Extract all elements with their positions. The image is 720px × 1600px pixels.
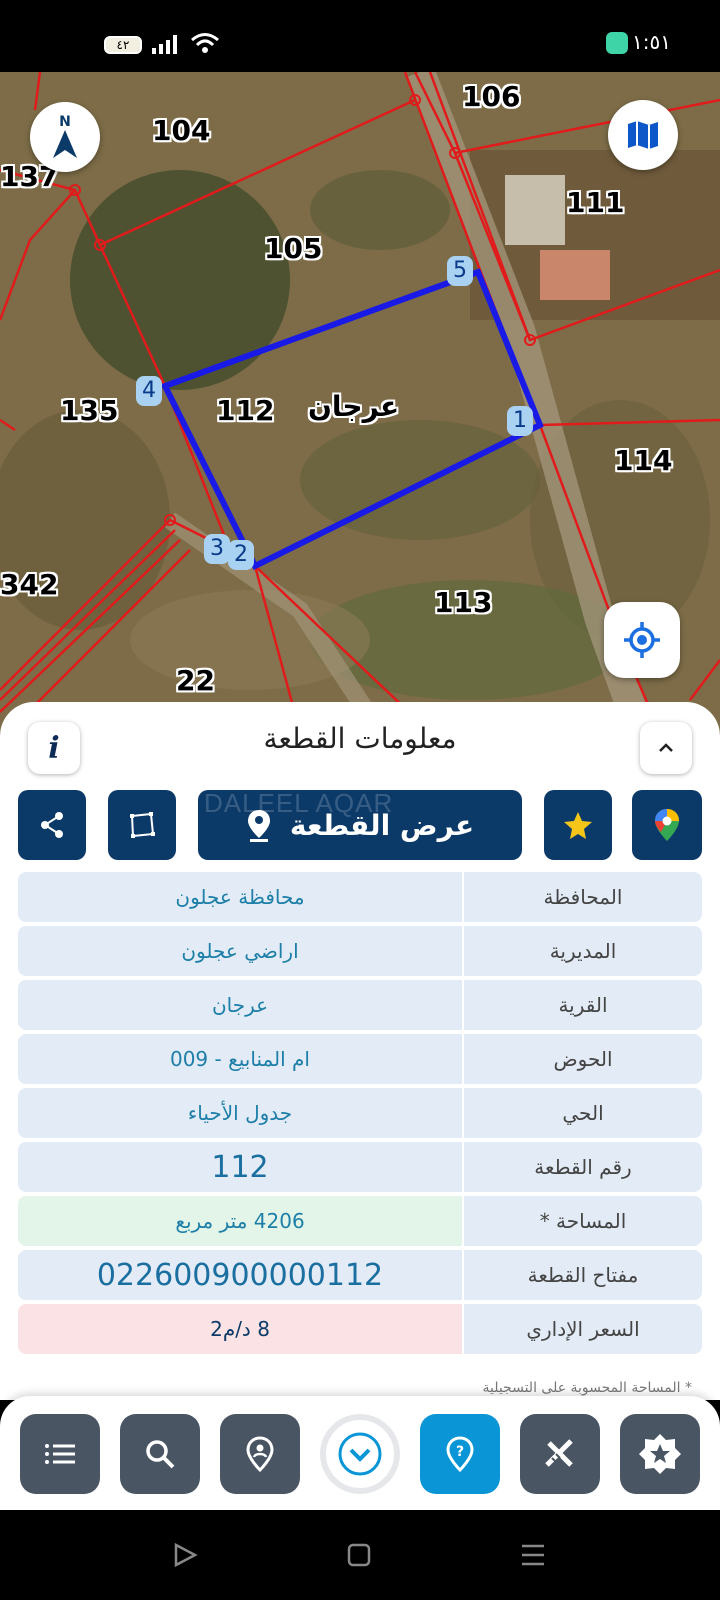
plot-number-label: 106 [462,80,521,113]
satellite-map[interactable]: 106 104 137 111 105 135 112 114 342 113 … [0,72,720,732]
signal-icon [152,35,177,54]
crosshair-icon [624,622,660,658]
info-value: 8 د/م2 [18,1304,462,1354]
show-plot-label: عرض القطعة [289,808,475,842]
info-value: 4206 متر مربع [18,1196,462,1246]
info-row-governorate: محافظة عجلون المحافظة [18,872,702,922]
nav-place-button[interactable] [220,1414,300,1494]
plot-number-label: 111 [566,186,625,219]
info-value[interactable]: 022600900000112 [18,1250,462,1300]
polygon-icon [130,812,155,838]
chevron-up-icon [659,743,673,752]
info-key: الحوض [464,1034,702,1084]
bottom-navigation: ? [0,1396,720,1510]
back-icon[interactable] [172,1542,198,1568]
info-row-admin-price: 8 د/م2 السعر الإداري [18,1304,702,1354]
share-button[interactable] [18,790,86,860]
share-icon [41,812,63,838]
system-navigation-bar [0,1510,720,1600]
nav-tools-button[interactable] [520,1414,600,1494]
info-key: القرية [464,980,702,1030]
plot-info-table: محافظة عجلون المحافظة اراضي عجلون المدير… [18,872,702,1358]
compass-button[interactable]: N [30,102,100,172]
parcel-vertex-marker: 5 [447,256,473,286]
map-icon [628,121,658,149]
plot-number-label: 22 [176,664,215,697]
compass-north-icon: N [53,114,77,158]
plot-number-label: 342 [0,568,59,601]
location-pin-icon [247,810,270,842]
tools-icon [545,1439,573,1467]
recents-icon[interactable] [520,1542,546,1568]
info-key: رقم القطعة [464,1142,702,1192]
info-key: المحافظة [464,872,702,922]
parcel-vertex-marker: 4 [136,376,162,406]
chevron-down-icon [338,1432,382,1476]
parcel-vertex-marker: 3 [204,534,230,564]
sheet-title: معلومات القطعة [263,722,457,755]
info-value: محافظة عجلون [18,872,462,922]
wifi-icon [191,33,219,53]
search-icon [146,1440,175,1469]
area-footnote: * المساحة المحسوبة على التسجيلية [482,1380,692,1396]
village-label: عرجان [308,390,400,423]
nav-search-button[interactable] [120,1414,200,1494]
status-bar: ٤٢ ١:٥١ [0,0,720,72]
info-row-plot-key: 022600900000112 مفتاح القطعة [18,1250,702,1300]
info-value: جدول الأحياء [18,1088,462,1138]
map-layers-button[interactable] [608,100,678,170]
parcel-vertex-marker: 1 [507,406,533,436]
draw-polygon-button[interactable] [108,790,176,860]
info-value: اراضي عجلون [18,926,462,976]
info-value: 112 [18,1142,462,1192]
info-key: مفتاح القطعة [464,1250,702,1300]
my-location-button[interactable] [604,602,680,678]
info-key: المديرية [464,926,702,976]
google-maps-icon [655,809,679,841]
plot-number-label: 104 [152,114,211,147]
badge-star-icon [639,1434,681,1474]
nav-featured-button[interactable] [620,1414,700,1494]
list-icon [45,1444,75,1464]
nav-pin-help-button[interactable]: ? [420,1414,500,1494]
action-bar: عرض القطعة [0,790,720,860]
info-row-plot-number: 112 رقم القطعة [18,1142,702,1192]
parcel-vertex-marker: 2 [228,540,254,570]
info-key: المساحة * [464,1196,702,1246]
plot-info-sheet: i معلومات القطعة عرض القطعة محافظة عجلون… [0,702,720,1400]
nav-collapse-button[interactable] [320,1414,400,1494]
info-key: الحي [464,1088,702,1138]
plot-number-label: 114 [614,444,673,477]
svg-text:?: ? [456,1444,464,1460]
person-pin-icon [246,1436,274,1472]
info-value: ام المنابيع - 009 [18,1034,462,1084]
info-row-basin: ام المنابيع - 009 الحوض [18,1034,702,1084]
info-value: عرجان [18,980,462,1030]
home-icon[interactable] [346,1542,372,1568]
info-row-village: عرجان القرية [18,980,702,1030]
expand-sheet-button[interactable] [640,722,692,774]
plot-number-label: 105 [264,232,323,265]
svg-text:N: N [59,114,71,130]
info-row-area: 4206 متر مربع المساحة * [18,1196,702,1246]
google-maps-button[interactable] [632,790,702,860]
notification-app-icon [606,32,628,54]
info-row-directorate: اراضي عجلون المديرية [18,926,702,976]
status-time: ١:٥١ [632,30,671,54]
info-row-neighborhood: جدول الأحياء الحي [18,1088,702,1138]
battery-icon: ٤٢ [104,36,142,54]
pin-question-icon: ? [446,1436,474,1472]
favorite-button[interactable] [544,790,612,860]
show-plot-button[interactable]: عرض القطعة [198,790,522,860]
nav-list-button[interactable] [20,1414,100,1494]
plot-number-label: 112 [216,394,275,427]
info-key: السعر الإداري [464,1304,702,1354]
plot-number-label: 135 [60,394,119,427]
plot-number-label: 113 [434,586,493,619]
star-icon [564,812,592,839]
